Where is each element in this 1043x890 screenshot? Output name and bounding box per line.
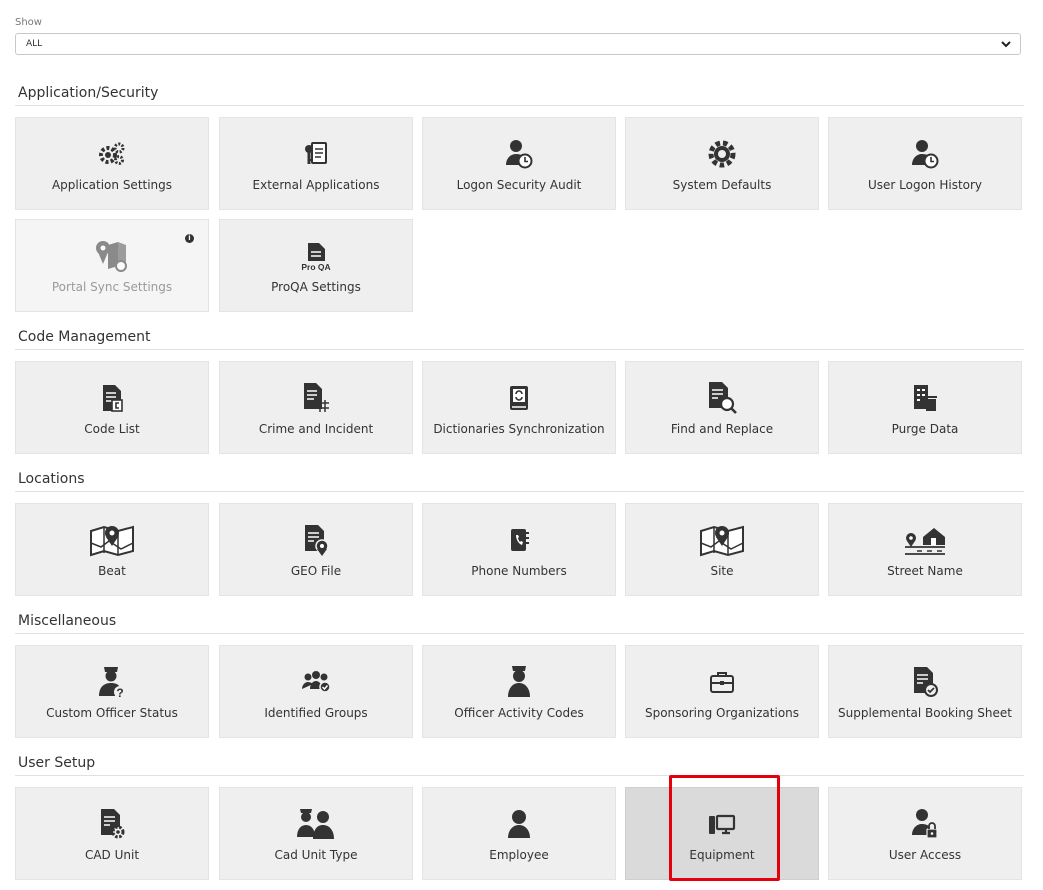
tile-label: ProQA Settings xyxy=(271,280,361,294)
tile-label: Application Settings xyxy=(51,178,173,192)
officer-icon xyxy=(423,666,615,698)
tile-label: System Defaults xyxy=(672,178,772,192)
geo-document-icon xyxy=(220,524,412,556)
tile-label: Custom Officer Status xyxy=(46,706,178,720)
section-divider xyxy=(15,105,1024,106)
tile-label: Beat xyxy=(98,564,126,578)
tile-dictionaries-synchronization[interactable]: Dictionaries Synchronization xyxy=(422,361,616,454)
tile-label: Logon Security Audit xyxy=(456,178,582,192)
proqa-document-icon: Pro QA xyxy=(220,240,412,272)
tile-label: CAD Unit xyxy=(84,848,140,862)
tile-label: Site xyxy=(710,564,734,578)
tile-label: Employee xyxy=(489,848,549,862)
tile-system-defaults[interactable]: System Defaults xyxy=(625,117,819,210)
tile-officer-activity-codes[interactable]: Officer Activity Codes xyxy=(422,645,616,738)
tile-label: Find and Replace xyxy=(670,422,774,436)
tile-cad-unit[interactable]: CAD Unit xyxy=(15,787,209,880)
tile-label: User Access xyxy=(888,848,962,862)
tile-purge-data[interactable]: Purge Data xyxy=(828,361,1022,454)
code-list-document-icon xyxy=(16,382,208,414)
sync-book-icon xyxy=(423,382,615,414)
section-title: Code Management xyxy=(18,329,151,345)
tile-employee[interactable]: Employee xyxy=(422,787,616,880)
tile-beat[interactable]: Beat xyxy=(15,503,209,596)
show-filter-select[interactable]: ALL xyxy=(15,33,1021,55)
tile-identified-groups[interactable]: Identified Groups xyxy=(219,645,413,738)
tile-label: Supplemental Booking Sheet xyxy=(838,706,1012,720)
tile-user-access[interactable]: User Access xyxy=(828,787,1022,880)
tile-custom-officer-status[interactable]: ? Custom Officer Status xyxy=(15,645,209,738)
gears-icon xyxy=(16,138,208,170)
chevron-down-icon xyxy=(1001,41,1011,48)
tile-label: Crime and Incident xyxy=(258,422,374,436)
computer-icon xyxy=(626,808,818,840)
section-divider xyxy=(15,633,1024,634)
tile-label: Street Name xyxy=(887,564,963,578)
tile-label: Code List xyxy=(84,422,140,436)
tile-label: GEO File xyxy=(290,564,342,578)
tile-cad-unit-type[interactable]: Cad Unit Type xyxy=(219,787,413,880)
tile-label: Dictionaries Synchronization xyxy=(433,422,605,436)
tile-label: Sponsoring Organizations xyxy=(644,706,800,720)
tile-portal-sync-settings[interactable]: Portal Sync Settings i xyxy=(15,219,209,312)
user-lock-icon xyxy=(829,808,1021,840)
street-house-icon xyxy=(829,524,1021,556)
briefcase-icon xyxy=(626,666,818,698)
officer-question-icon: ? xyxy=(16,666,208,700)
tile-site[interactable]: Site xyxy=(625,503,819,596)
show-filter-label: Show xyxy=(15,17,42,28)
tile-label: Purge Data xyxy=(891,422,959,436)
tile-street-name[interactable]: Street Name xyxy=(828,503,1022,596)
document-gear-icon xyxy=(16,808,208,840)
section-divider xyxy=(15,349,1024,350)
tile-equipment[interactable]: Equipment xyxy=(625,787,819,880)
tile-label: Identified Groups xyxy=(264,706,368,720)
info-icon[interactable]: i xyxy=(185,234,194,243)
tile-label: Officer Activity Codes xyxy=(454,706,584,720)
users-check-icon xyxy=(220,666,412,698)
tile-label: Phone Numbers xyxy=(471,564,567,578)
tile-user-logon-history[interactable]: User Logon History xyxy=(828,117,1022,210)
user-clock-icon xyxy=(423,138,615,170)
section-title: Locations xyxy=(18,471,85,487)
tile-label: User Logon History xyxy=(867,178,983,192)
tile-label: Cad Unit Type xyxy=(274,848,358,862)
user-key-clipboard-icon xyxy=(220,138,412,170)
crime-document-icon xyxy=(220,382,412,414)
tile-crime-and-incident[interactable]: Crime and Incident xyxy=(219,361,413,454)
map-sync-icon xyxy=(16,240,208,272)
tile-geo-file[interactable]: GEO File xyxy=(219,503,413,596)
section-title: User Setup xyxy=(18,755,96,771)
tile-external-applications[interactable]: External Applications xyxy=(219,117,413,210)
map-marker-icon xyxy=(16,524,208,557)
map-marker-icon xyxy=(626,524,818,557)
tile-supplemental-booking-sheet[interactable]: Supplemental Booking Sheet xyxy=(828,645,1022,738)
gear-icon xyxy=(626,138,818,170)
section-title: Application/Security xyxy=(18,85,159,101)
section-divider xyxy=(15,775,1024,776)
user-icon xyxy=(423,808,615,840)
document-check-icon xyxy=(829,666,1021,698)
tile-application-settings[interactable]: Application Settings xyxy=(15,117,209,210)
phone-book-icon xyxy=(423,524,615,556)
user-clock-icon xyxy=(829,138,1021,170)
document-search-icon xyxy=(626,382,818,414)
tile-phone-numbers[interactable]: Phone Numbers xyxy=(422,503,616,596)
show-filter-value: ALL xyxy=(26,39,43,49)
tile-code-list[interactable]: Code List xyxy=(15,361,209,454)
tile-proqa-settings[interactable]: Pro QA ProQA Settings xyxy=(219,219,413,312)
purge-data-icon xyxy=(829,382,1021,414)
section-title: Miscellaneous xyxy=(18,613,117,629)
officers-icon xyxy=(220,808,412,840)
tile-sponsoring-organizations[interactable]: Sponsoring Organizations xyxy=(625,645,819,738)
tile-label: Equipment xyxy=(689,848,755,862)
section-divider xyxy=(15,491,1024,492)
tile-logon-security-audit[interactable]: Logon Security Audit xyxy=(422,117,616,210)
tile-find-and-replace[interactable]: Find and Replace xyxy=(625,361,819,454)
tile-label: External Applications xyxy=(252,178,380,192)
svg-text:?: ? xyxy=(116,686,123,700)
proqa-icon-text: Pro QA xyxy=(301,262,330,271)
tile-label: Portal Sync Settings xyxy=(51,280,173,294)
